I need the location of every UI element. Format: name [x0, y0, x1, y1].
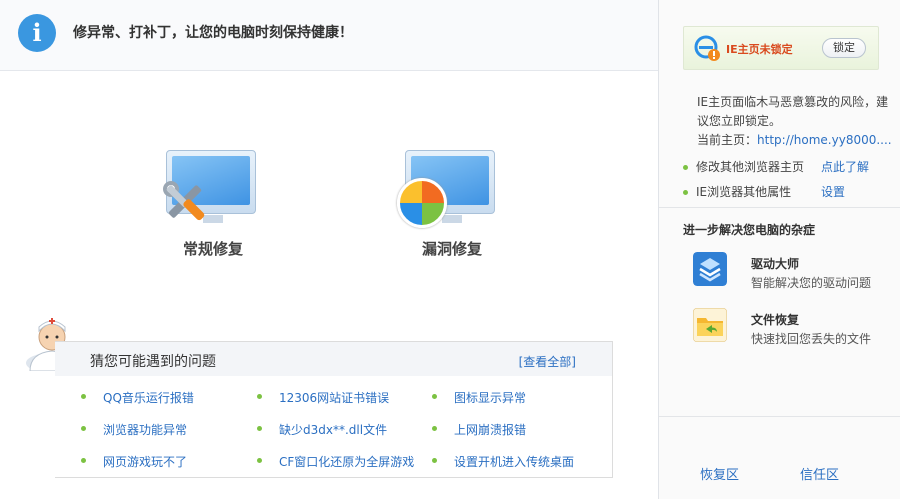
- problem-link[interactable]: CF窗口化还原为全屏游戏: [257, 453, 414, 470]
- settings-link[interactable]: 设置: [821, 183, 845, 200]
- bullet-icon: [683, 165, 688, 170]
- wrench-screwdriver-icon: [163, 181, 205, 221]
- bullet-icon: [683, 190, 688, 195]
- current-homepage: 当前主页：http://home.yy8000....: [697, 131, 892, 148]
- ie-warning-icon: [694, 35, 720, 61]
- bullet-icon: [257, 458, 262, 463]
- windows-update-icon: [397, 178, 447, 228]
- driver-master-tool[interactable]: 驱动大师 智能解决您的驱动问题: [693, 252, 893, 292]
- bullet-icon: [81, 458, 86, 463]
- restore-zone-link[interactable]: 恢复区: [700, 464, 739, 483]
- tool-name: 文件恢复: [751, 313, 800, 327]
- problems-header: 猜您可能遇到的问题 [查看全部]: [55, 342, 612, 376]
- problem-link[interactable]: 设置开机进入传统桌面: [432, 453, 574, 470]
- driver-master-icon: [693, 252, 727, 286]
- tool-description: 快速找回您丢失的文件: [751, 332, 872, 346]
- ie-homepage-status-card: IE主页未锁定 锁定: [683, 26, 879, 70]
- problem-link[interactable]: 12306网站证书错误: [257, 389, 389, 406]
- homepage-url-link[interactable]: http://home.yy8000....: [757, 133, 892, 147]
- regular-repair-label: 常规修复: [182, 240, 243, 258]
- tool-description: 智能解决您的驱动问题: [751, 276, 872, 290]
- divider: [659, 207, 900, 208]
- header: i 修异常、打补丁，让您的电脑时刻保持健康！: [0, 0, 658, 71]
- sidebar: IE主页未锁定 锁定 IE主页面临木马恶意篡改的风险，建议您立即锁定。 当前主页…: [658, 0, 900, 499]
- option-ie-properties: IE浏览器其他属性: [683, 183, 791, 200]
- problem-link[interactable]: 上网崩溃报错: [432, 421, 526, 438]
- bullet-icon: [81, 394, 86, 399]
- homepage-label: 当前主页：: [697, 133, 758, 147]
- bullet-icon: [257, 394, 262, 399]
- tool-name: 驱动大师: [751, 257, 800, 271]
- option-other-browser: 修改其他浏览器主页: [683, 158, 804, 175]
- divider: [659, 416, 900, 417]
- bullet-icon: [432, 426, 437, 431]
- bullet-icon: [432, 394, 437, 399]
- vulnerability-repair-label: 漏洞修复: [421, 240, 482, 258]
- bullet-icon: [257, 426, 262, 431]
- info-icon: i: [18, 14, 56, 52]
- regular-repair-button[interactable]: 常规修复: [158, 148, 268, 268]
- problem-link[interactable]: 图标显示异常: [432, 389, 526, 406]
- learn-more-link[interactable]: 点此了解: [821, 158, 869, 175]
- problem-link[interactable]: QQ音乐运行报错: [81, 389, 194, 406]
- problem-link[interactable]: 缺少d3dx**.dll文件: [257, 421, 387, 438]
- ie-status-text: IE主页未锁定: [726, 43, 793, 56]
- page-title: 修异常、打补丁，让您的电脑时刻保持健康！: [73, 25, 353, 41]
- view-all-link[interactable]: [查看全部]: [519, 353, 576, 370]
- trust-zone-link[interactable]: 信任区: [800, 464, 839, 483]
- problems-title: 猜您可能遇到的问题: [90, 354, 216, 370]
- bullet-icon: [81, 426, 86, 431]
- file-recovery-tool[interactable]: 文件恢复 快速找回您丢失的文件: [693, 308, 893, 348]
- bullet-icon: [432, 458, 437, 463]
- vulnerability-repair-button[interactable]: 漏洞修复: [397, 148, 507, 268]
- problems-panel: 猜您可能遇到的问题 [查看全部] QQ音乐运行报错 12306网站证书错误 图标…: [55, 341, 613, 478]
- problem-link[interactable]: 网页游戏玩不了: [81, 453, 187, 470]
- folder-recovery-icon: [693, 308, 727, 342]
- lock-button[interactable]: 锁定: [822, 38, 866, 58]
- risk-description: IE主页面临木马恶意篡改的风险，建议您立即锁定。: [697, 95, 889, 128]
- problem-link[interactable]: 浏览器功能异常: [81, 421, 187, 438]
- further-section-title: 进一步解决您电脑的杂症: [683, 223, 816, 237]
